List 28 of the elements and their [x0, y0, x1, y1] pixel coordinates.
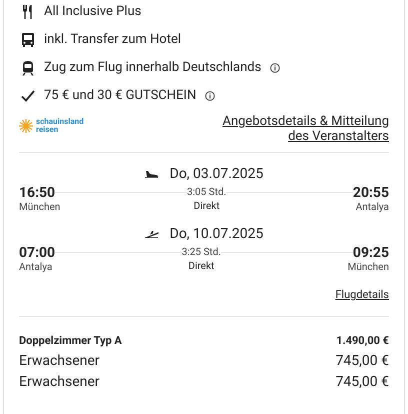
arrival-city: München — [348, 261, 389, 275]
price-amount: 745,00 € — [336, 372, 389, 392]
arrival-city: Antalya — [356, 201, 389, 215]
flight-details-link[interactable]: Flugdetails — [335, 287, 389, 304]
offer-details-link[interactable]: Angebotsdetails & Mitteilung des Veranstalters — [199, 114, 389, 144]
flight-date: Do, 03.07.2025 — [170, 164, 264, 184]
feature-label: All Inclusive Plus — [44, 3, 142, 22]
flight-stops: Direkt — [188, 260, 214, 274]
price-label: Doppelzimmer Typ A — [19, 332, 122, 348]
plane-icon — [144, 170, 159, 178]
price-amount: 1.490,00 € — [336, 332, 389, 348]
feature-label: Zug zum Flug innerhalb Deutschlands — [44, 59, 262, 78]
flight-stops: Direkt — [194, 200, 220, 214]
price-label: Erwachsener — [19, 352, 100, 370]
operator-logo: schauinsland reisen — [19, 118, 84, 134]
price-label: Erwachsener — [19, 372, 100, 392]
plane-icon — [144, 230, 159, 238]
flight-date: Do, 10.07.2025 — [170, 224, 264, 244]
feature-label: inkl. Transfer zum Hotel — [44, 31, 182, 50]
departure-city: München — [19, 201, 60, 215]
feature-label: 75 € und 30 € GUTSCHEIN — [44, 87, 196, 106]
info-icon[interactable] — [270, 63, 280, 73]
info-icon[interactable] — [205, 91, 216, 101]
price-amount: 745,00 € — [336, 352, 389, 370]
bus-icon — [21, 32, 35, 48]
check-icon — [21, 88, 35, 104]
train-icon — [21, 60, 35, 76]
departure-city: Antalya — [19, 261, 52, 275]
